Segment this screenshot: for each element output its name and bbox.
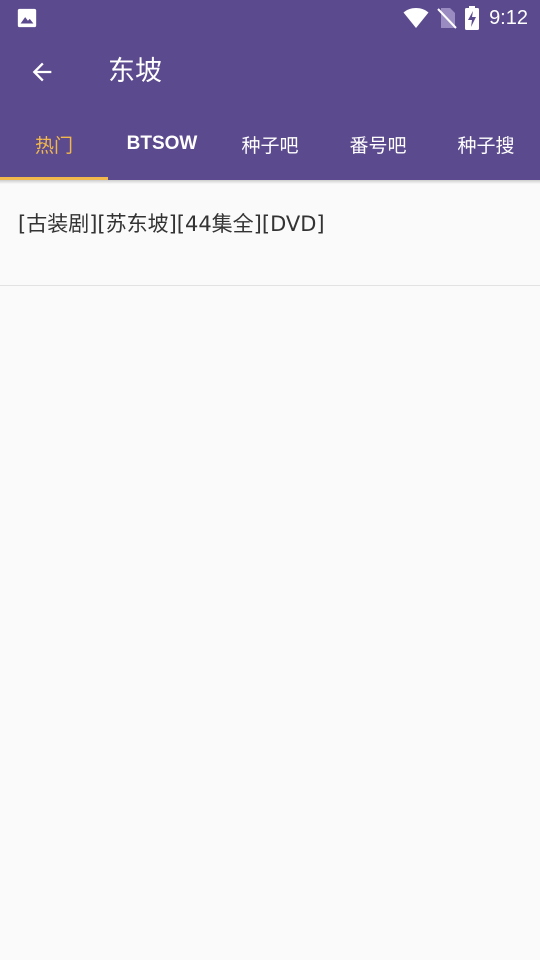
- page-title: 东坡: [108, 56, 162, 87]
- back-button[interactable]: [18, 48, 66, 96]
- battery-charging-icon: [465, 6, 480, 30]
- image-icon: [17, 8, 37, 28]
- tab-label: 种子搜: [457, 134, 515, 157]
- tab-label: 热门: [34, 134, 73, 157]
- wifi-icon: [403, 8, 429, 28]
- tab-fanhaoba[interactable]: 番号吧: [324, 108, 432, 180]
- no-sim-icon: [437, 8, 457, 29]
- tab-label: 种子吧: [241, 134, 299, 157]
- tab-label: BTSOW: [126, 133, 198, 154]
- tab-bar: 热门 BTSOW 种子吧 番号吧 种子搜: [0, 108, 540, 180]
- status-time: 9:12: [489, 6, 528, 29]
- arrow-back-icon: [32, 62, 52, 82]
- status-bar: 9:12: [0, 0, 540, 36]
- tab-hot[interactable]: 热门: [0, 108, 108, 180]
- tab-btsow[interactable]: BTSOW: [108, 108, 216, 180]
- toolbar: 东坡: [0, 36, 540, 108]
- tab-label: 番号吧: [349, 134, 407, 157]
- tab-zhongzisou[interactable]: 种子搜: [432, 108, 540, 180]
- app-bar: 9:12 东坡 热门 BTSOW 种子吧 番号吧 种子搜: [0, 0, 540, 180]
- result-title: [古装剧][苏东坡][44集全][DVD]: [18, 212, 325, 236]
- status-icons: 9:12: [395, 0, 528, 36]
- result-list: [古装剧][苏东坡][44集全][DVD]: [0, 180, 540, 286]
- list-item[interactable]: [古装剧][苏东坡][44集全][DVD]: [0, 180, 540, 286]
- app-bar-shadow: [0, 180, 540, 184]
- tab-zhongziba[interactable]: 种子吧: [216, 108, 324, 180]
